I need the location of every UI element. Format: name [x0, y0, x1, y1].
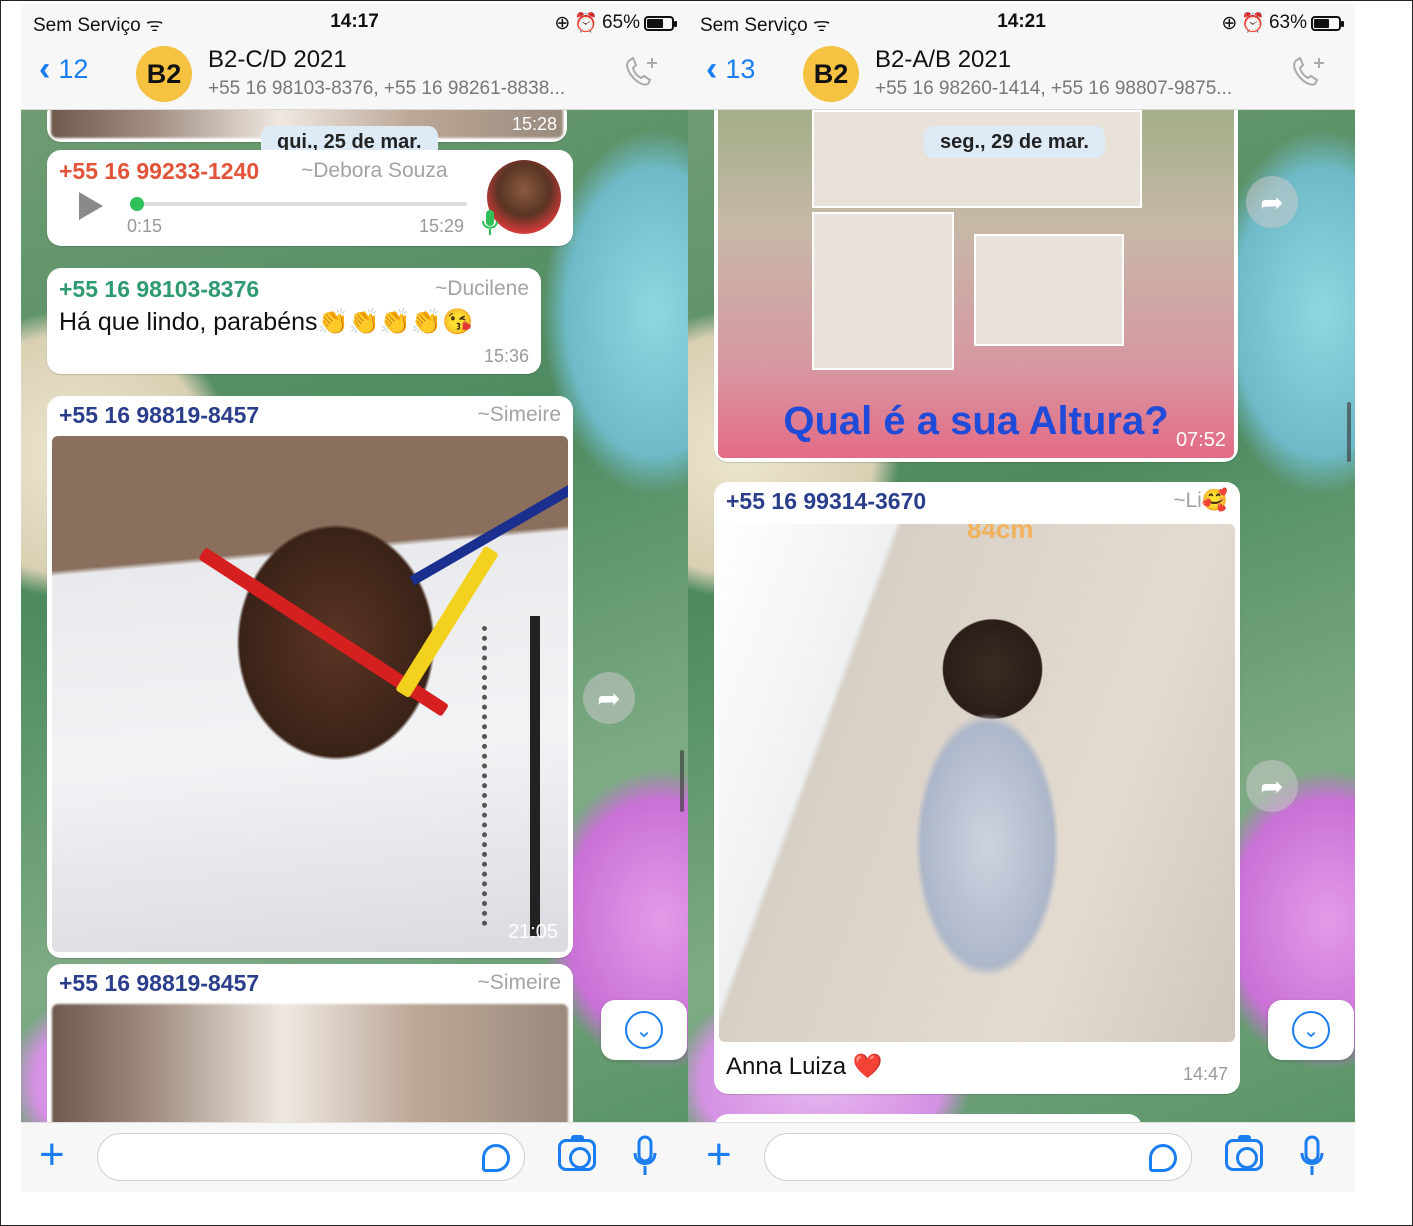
- unread-count: 13: [725, 53, 756, 84]
- group-title[interactable]: B2-C/D 2021: [208, 46, 347, 74]
- sender-alias: ~Simeire: [477, 403, 561, 426]
- alarm-icon: ⏰: [574, 13, 598, 34]
- back-button[interactable]: ‹ 12: [39, 52, 88, 86]
- orientation-lock-icon: ⊕: [554, 12, 571, 34]
- photo-message[interactable]: Qual é a sua Altura? 07:52: [714, 110, 1238, 462]
- photo-message[interactable]: +55 16 99314-3670 ~Li🥰 84cm Anna Luiza ❤…: [714, 482, 1240, 1094]
- photo-thumbnail[interactable]: [52, 1004, 568, 1122]
- status-bar: Sem Serviço ᯤ 14:21 ⊕ ⏰ 63%: [688, 4, 1355, 38]
- date-separator: seg., 29 de mar.: [924, 126, 1105, 158]
- photo-collage[interactable]: Qual é a sua Altura? 07:52: [718, 110, 1234, 458]
- chevron-left-icon: ‹: [39, 50, 51, 88]
- message-input[interactable]: [97, 1133, 525, 1181]
- message-time: 14:47: [1182, 1064, 1228, 1084]
- sender-alias: ~Debora Souza: [301, 159, 448, 182]
- mic-icon[interactable]: [632, 1133, 658, 1181]
- chat-header: ‹ 13 B2 B2-A/B 2021 +55 16 98260-1414, +…: [688, 38, 1355, 110]
- forward-icon[interactable]: ➦: [1246, 176, 1298, 228]
- photo-child-height[interactable]: 84cm: [719, 524, 1235, 1042]
- photo-overlay-text: 84cm: [967, 524, 1034, 544]
- message-input[interactable]: [764, 1133, 1192, 1181]
- group-members[interactable]: +55 16 98260-1414, +55 16 98807-9875...: [875, 78, 1232, 100]
- scroll-to-bottom-button[interactable]: ⌄: [601, 1000, 687, 1060]
- back-button[interactable]: ‹ 13: [706, 52, 755, 86]
- sender-alias: ~Li🥰: [1173, 489, 1228, 512]
- input-bar: +: [21, 1122, 688, 1192]
- audio-track[interactable]: [133, 202, 467, 206]
- plus-icon[interactable]: +: [706, 1133, 732, 1177]
- sender-phone[interactable]: +55 16 98819-8457: [59, 970, 259, 997]
- orientation-lock-icon: ⊕: [1221, 12, 1238, 34]
- sender-phone[interactable]: +55 16 99314-3670: [726, 488, 926, 515]
- message-time: 15:36: [483, 346, 529, 366]
- add-call-icon[interactable]: [622, 54, 662, 90]
- message-time: 15:28: [511, 114, 557, 134]
- black-pencil: [530, 616, 540, 936]
- scrollbar[interactable]: [1347, 402, 1351, 462]
- unread-count: 12: [58, 53, 89, 84]
- mic-icon: [482, 210, 498, 235]
- group-title[interactable]: B2-A/B 2021: [875, 46, 1011, 74]
- collage-photo: [812, 212, 954, 370]
- collage-photo: [974, 234, 1124, 346]
- audio-message[interactable]: +55 16 99233-1240 ~Debora Souza 0:15 15:…: [47, 150, 573, 246]
- status-right: ⊕ ⏰ 65%: [554, 11, 677, 35]
- chat-area[interactable]: 15:28 qui., 25 de mar. +55 16 99233-1240…: [21, 110, 688, 1122]
- chevron-left-icon: ‹: [706, 50, 718, 88]
- sticker-icon[interactable]: [1149, 1144, 1177, 1172]
- forward-icon[interactable]: ➦: [583, 672, 635, 724]
- battery-percent: 63%: [1268, 12, 1307, 33]
- chat-area[interactable]: Qual é a sua Altura? 07:52 seg., 29 de m…: [688, 110, 1355, 1122]
- audio-scrubber[interactable]: [130, 197, 145, 211]
- forward-icon[interactable]: ➦: [1246, 760, 1298, 812]
- sender-alias: ~Simeire: [477, 971, 561, 994]
- chevron-down-icon: ⌄: [1292, 1011, 1330, 1049]
- play-icon[interactable]: [79, 192, 103, 220]
- status-right: ⊕ ⏰ 63%: [1221, 11, 1344, 35]
- scroll-to-bottom-button[interactable]: ⌄: [1268, 1000, 1354, 1060]
- message-bubble-next[interactable]: [714, 1114, 1142, 1122]
- phone-left: Sem Serviço ᯤ 14:17 ⊕ ⏰ 65% ‹ 12 B2 B2-C…: [21, 4, 688, 1192]
- sender-phone[interactable]: +55 16 99233-1240: [59, 158, 259, 185]
- add-call-icon[interactable]: [1289, 54, 1329, 90]
- chevron-down-icon: ⌄: [625, 1011, 663, 1049]
- message-time: 15:29: [419, 216, 465, 236]
- sender-alias: ~Ducilene: [435, 277, 529, 300]
- scrollbar[interactable]: [680, 750, 684, 812]
- group-avatar[interactable]: B2: [803, 46, 859, 102]
- phone-right: Sem Serviço ᯤ 14:21 ⊕ ⏰ 63% ‹ 13 B2 B2-A…: [688, 4, 1355, 1192]
- group-members[interactable]: +55 16 98103-8376, +55 16 98261-8838...: [208, 78, 565, 100]
- alarm-icon: ⏰: [1241, 13, 1265, 34]
- group-avatar[interactable]: B2: [136, 46, 192, 102]
- sender-phone[interactable]: +55 16 98103-8376: [59, 276, 259, 303]
- photo-message[interactable]: +55 16 98819-8457 ~Simeire: [47, 964, 573, 1122]
- sticker-icon[interactable]: [482, 1144, 510, 1172]
- photo-child-drawing[interactable]: 21:05: [52, 436, 568, 952]
- camera-icon[interactable]: [558, 1135, 596, 1171]
- collage-caption: Qual é a sua Altura?: [783, 399, 1169, 443]
- text-message[interactable]: +55 16 98103-8376 ~Ducilene Há que lindo…: [47, 268, 541, 374]
- mic-icon[interactable]: [1299, 1133, 1325, 1181]
- battery-percent: 65%: [601, 12, 640, 33]
- battery-icon: [644, 15, 677, 31]
- photo-caption: Anna Luiza ❤️: [726, 1053, 883, 1080]
- message-time: 21:05: [507, 921, 558, 943]
- collage-photo: [812, 110, 1142, 208]
- audio-duration: 0:15: [127, 216, 163, 236]
- battery-icon: [1311, 15, 1344, 31]
- notebook-spiral: [482, 626, 522, 926]
- message-time: 07:52: [1175, 429, 1226, 451]
- plus-icon[interactable]: +: [39, 1133, 65, 1177]
- camera-icon[interactable]: [1225, 1135, 1263, 1171]
- input-bar: +: [688, 1122, 1355, 1192]
- message-text: Há que lindo, parabéns👏👏👏👏😘: [59, 308, 474, 336]
- sender-phone[interactable]: +55 16 98819-8457: [59, 402, 259, 429]
- chat-header: ‹ 12 B2 B2-C/D 2021 +55 16 98103-8376, +…: [21, 38, 688, 110]
- photo-message[interactable]: +55 16 98819-8457 ~Simeire 21:05: [47, 396, 573, 958]
- status-bar: Sem Serviço ᯤ 14:17 ⊕ ⏰ 65%: [21, 4, 688, 38]
